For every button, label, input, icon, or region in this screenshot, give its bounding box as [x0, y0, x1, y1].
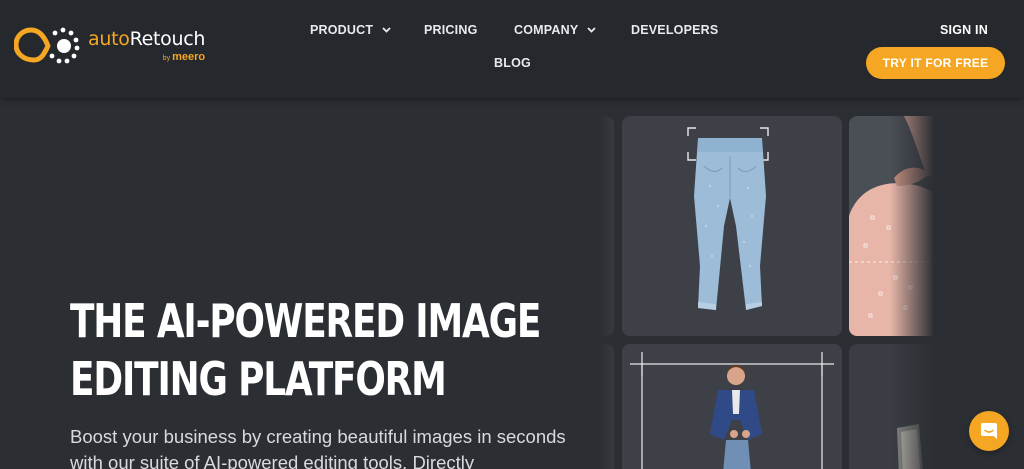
- chevron-down-icon: [587, 27, 597, 33]
- brand-name-part2: Retouch: [129, 27, 206, 50]
- nav-company[interactable]: COMPANY: [514, 23, 597, 37]
- logo-wordmark: autoRetouch by meero: [88, 28, 205, 65]
- nav-developers-label: DEVELOPERS: [631, 23, 719, 37]
- chevron-down-icon: [382, 27, 391, 33]
- brand-by-line: by meero: [163, 51, 205, 65]
- nav-pricing-label: PRICING: [424, 23, 478, 37]
- example-gallery: [600, 98, 940, 469]
- gallery-card-jeans: [622, 116, 842, 336]
- logo-mark-icon: [14, 27, 80, 64]
- hero-subtitle: Boost your business by creating beautifu…: [70, 426, 566, 469]
- gallery-card-model: [622, 344, 842, 469]
- brand-by-prefix: by: [162, 54, 171, 62]
- brand-name-part1: auto: [88, 27, 130, 50]
- try-it-for-free-button[interactable]: TRY IT FOR FREE: [866, 47, 1005, 79]
- nav-pricing[interactable]: PRICING: [424, 23, 478, 37]
- sign-in-link[interactable]: SIGN IN: [940, 23, 988, 37]
- nav-company-label: COMPANY: [514, 23, 579, 37]
- chat-bubble-icon: [981, 423, 997, 439]
- brand-by-name: meero: [172, 50, 206, 63]
- nav-blog-label: BLOG: [494, 56, 531, 70]
- chat-launcher-button[interactable]: [969, 411, 1009, 451]
- autoretouch-logo[interactable]: autoRetouch by meero: [14, 24, 205, 68]
- brand-name: autoRetouch: [88, 28, 205, 50]
- nav-blog[interactable]: BLOG: [494, 56, 531, 70]
- hero-title: THE AI-POWERED IMAGE EDITING PLATFORM: [70, 292, 541, 408]
- hero-title-line1: THE AI-POWERED IMAGE: [70, 294, 541, 348]
- gallery-fade-left: [600, 98, 622, 469]
- nav-developers[interactable]: DEVELOPERS: [631, 23, 718, 37]
- hero-title-line2: EDITING PLATFORM: [70, 352, 447, 406]
- jeans-image: [687, 127, 769, 310]
- nav-product-label: PRODUCT: [310, 23, 374, 37]
- gallery-fade-right: [890, 98, 942, 469]
- nav-product[interactable]: PRODUCT: [310, 23, 391, 37]
- site-header: autoRetouch by meero PRODUCT PRICING COMP…: [0, 0, 1024, 98]
- model-image: [630, 352, 834, 469]
